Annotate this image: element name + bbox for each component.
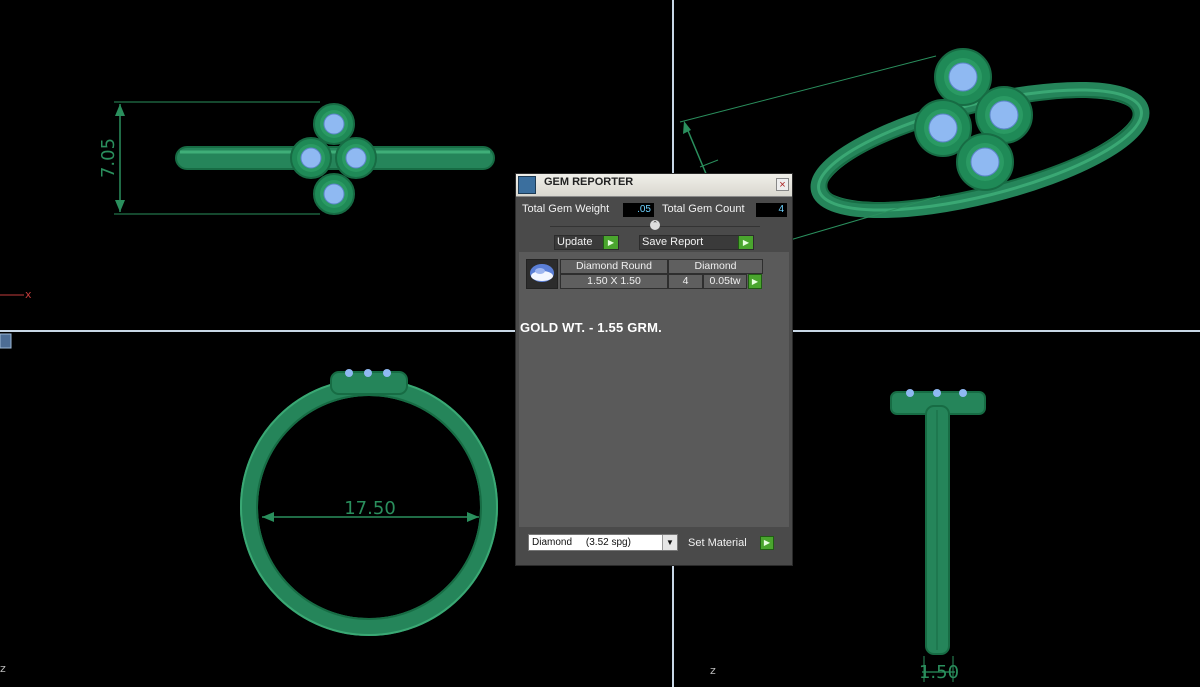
update-button[interactable]: Update ▶ [554,235,619,250]
update-go-icon: ▶ [603,236,618,249]
total-gem-count-label: Total Gem Count [662,203,745,215]
width-dimension-label: 1.50 [919,662,959,683]
close-button[interactable]: × [776,178,789,191]
set-material-go-icon: ▶ [760,536,774,550]
perspective-gem-4 [956,133,1014,191]
total-gem-weight-label: Total Gem Weight [522,203,610,215]
gem-list-panel: Diamond Round Diamond 1.50 X 1.50 4 0.05… [519,252,789,527]
diameter-dimension: 17.50 [262,498,479,522]
gem-shape-cell: Diamond Round [560,259,668,274]
total-gem-weight-value: .05 [623,203,654,217]
gem-reporter-title-bar[interactable]: GEM REPORTER × [516,174,792,197]
top-view-gem-bottom [313,173,355,215]
side-view-ring [890,389,986,655]
width-dimension: 1.50 [919,656,959,683]
top-view-gem-right [335,137,377,179]
gem-size-cell: 1.50 X 1.50 [560,274,668,289]
diameter-dimension-label: 17.50 [344,498,396,519]
top-view-ring [175,103,495,215]
gem-reporter-window[interactable]: GEM REPORTER × Total Gem Weight .05 Tota… [515,173,793,566]
axis-z-label-left: z [0,662,6,675]
axis-x-label: x [25,288,32,301]
axis-z-label-right: z [710,664,716,677]
dropdown-arrow-icon[interactable]: ▼ [662,535,677,550]
save-report-button[interactable]: Save Report ▶ [639,235,754,250]
perspective-view-ring [810,48,1150,219]
top-view-gem-left [290,137,332,179]
diamond-thumbnail-icon [526,259,558,289]
gem-weight-cell: 0.05tw [703,274,747,289]
top-view-gem-top [313,103,355,145]
collapse-icon[interactable]: ⌃ [650,220,660,230]
gem-reporter-title: GEM REPORTER [544,176,634,188]
axis-indicator-left: x [0,288,32,301]
material-select-value: Diamond (3.52 spg) [532,537,631,548]
height-dimension-label: 7.05 [98,138,119,178]
gem-material-cell: Diamond [668,259,763,274]
gem-row-go-button[interactable]: ▶ [748,274,762,289]
material-select[interactable]: Diamond (3.52 spg) ▼ [528,534,678,551]
gold-weight-note: GOLD WT. - 1.55 GRM. [520,320,662,335]
gem-count-cell: 4 [668,274,703,289]
update-button-label: Update [557,236,593,248]
total-gem-count-value: 4 [756,203,787,217]
viewport-menu-toggle[interactable] [0,333,12,349]
save-report-go-icon: ▶ [738,236,753,249]
save-report-button-label: Save Report [642,236,704,248]
set-material-label: Set Material [688,537,747,549]
gem-reporter-app-icon [518,176,536,194]
